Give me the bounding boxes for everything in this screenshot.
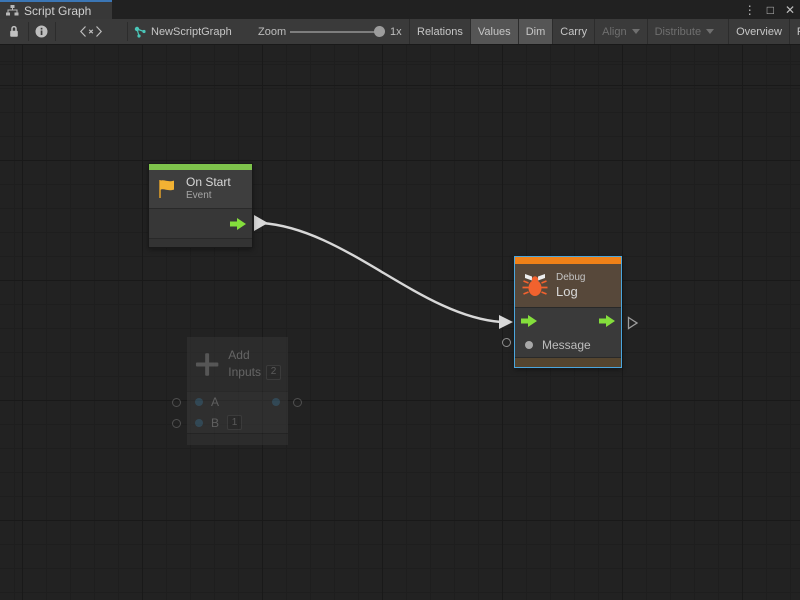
chevron-down-icon [632, 29, 640, 34]
onstart-output-arrow[interactable] [254, 215, 268, 231]
node-accent-bar [515, 257, 621, 264]
node-on-start[interactable]: On Start Event [148, 163, 253, 248]
zoom-level: 1x [390, 19, 402, 44]
title-bar: Script Graph ⋮ □ ✕ [0, 0, 800, 19]
distribute-button[interactable]: Distribute [647, 19, 721, 44]
node-title-line1: Add [228, 347, 281, 364]
node-subtitle: Event [186, 190, 231, 203]
tab-label: Script Graph [24, 4, 91, 18]
code-view-button[interactable] [56, 19, 126, 44]
toolbar-buttons: Relations Values Dim Carry Align Distrib… [409, 19, 800, 44]
menu-icon[interactable]: ⋮ [744, 4, 756, 16]
trigger-input-port[interactable] [521, 315, 537, 327]
info-icon [35, 25, 48, 38]
add-b-socket[interactable] [172, 419, 181, 428]
close-icon[interactable]: ✕ [785, 4, 795, 16]
message-port-socket[interactable] [502, 338, 511, 347]
lock-button[interactable] [2, 19, 26, 44]
node-title: On Start [186, 175, 231, 190]
lock-icon [8, 25, 20, 38]
input-count-field[interactable]: 2 [266, 365, 281, 380]
port-a-input[interactable] [195, 398, 203, 406]
port-label: Message [542, 338, 591, 352]
zoom-slider-handle[interactable] [374, 26, 385, 37]
port-label: A [211, 395, 219, 409]
window-controls: ⋮ □ ✕ [744, 0, 795, 19]
port-a-output[interactable] [272, 398, 280, 406]
align-button[interactable]: Align [594, 19, 646, 44]
bug-icon [522, 274, 548, 298]
trigger-output-port[interactable] [230, 218, 246, 230]
values-button[interactable]: Values [470, 19, 518, 44]
port-b-value-field[interactable]: 1 [227, 415, 242, 430]
overview-button[interactable]: Overview [728, 19, 789, 44]
chevron-down-icon [706, 29, 714, 34]
wire-layer [0, 45, 800, 600]
log-exit-socket[interactable] [627, 316, 639, 330]
graph-name-label: NewScriptGraph [151, 26, 232, 38]
node-category: Debug [556, 271, 585, 284]
zoom-slider-track[interactable] [290, 31, 380, 33]
plus-icon [194, 351, 220, 378]
node-footer [149, 238, 252, 247]
node-add-inputs[interactable]: Add Inputs 2 A B 1 [187, 337, 288, 445]
node-footer [187, 433, 288, 445]
port-label: B [211, 416, 219, 430]
add-a-socket[interactable] [172, 398, 181, 407]
code-icon [80, 26, 102, 37]
relations-button[interactable]: Relations [409, 19, 470, 44]
zoom-label: Zoom [258, 19, 286, 44]
log-input-arrow[interactable] [499, 315, 513, 329]
tab-script-graph[interactable]: Script Graph [0, 0, 112, 19]
info-button[interactable] [29, 19, 54, 44]
graph-name-button[interactable]: NewScriptGraph [134, 19, 232, 44]
maximize-icon[interactable]: □ [767, 4, 774, 16]
node-title: Log [556, 284, 585, 300]
node-footer [515, 357, 621, 367]
graph-canvas[interactable]: On Start Event Debug Log [0, 45, 800, 600]
toolbar-separator [127, 22, 128, 41]
message-value-port[interactable] [525, 341, 533, 349]
trigger-output-port[interactable] [599, 315, 615, 327]
dim-button[interactable]: Dim [518, 19, 553, 44]
add-result-socket[interactable] [293, 398, 302, 407]
full-screen-button[interactable]: Full Screen [789, 19, 800, 44]
flag-icon [156, 178, 178, 200]
graph-toolbar: NewScriptGraph Zoom 1x Relations Values … [0, 19, 800, 45]
hierarchy-icon [6, 5, 19, 16]
node-debug-log[interactable]: Debug Log Message [514, 256, 622, 368]
script-graph-icon [134, 26, 146, 38]
connection-wire[interactable] [261, 223, 501, 322]
port-b-input[interactable] [195, 419, 203, 427]
node-title-line2: Inputs [228, 364, 261, 381]
carry-button[interactable]: Carry [552, 19, 594, 44]
